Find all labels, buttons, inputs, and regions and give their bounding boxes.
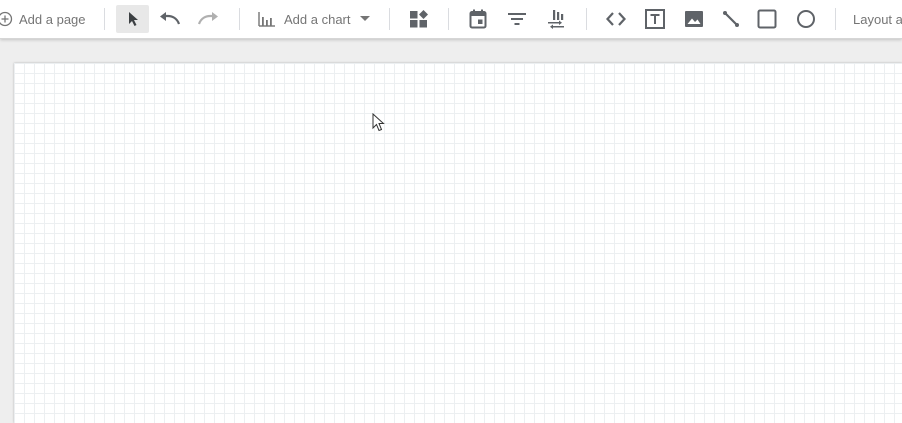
rectangle-icon bbox=[757, 9, 777, 29]
text-icon bbox=[645, 9, 665, 29]
circle-icon bbox=[796, 9, 816, 29]
filter-control-button[interactable] bbox=[504, 0, 530, 38]
mouse-cursor-icon bbox=[372, 112, 386, 133]
embed-button[interactable] bbox=[603, 0, 629, 38]
line-icon bbox=[722, 10, 740, 28]
redo-icon bbox=[197, 12, 219, 26]
date-range-icon bbox=[469, 9, 487, 29]
community-visualizations-button[interactable] bbox=[406, 0, 432, 38]
toolbar-separator bbox=[104, 8, 105, 30]
date-range-button[interactable] bbox=[465, 0, 491, 38]
community-visualizations-icon bbox=[409, 9, 429, 29]
canvas-area[interactable] bbox=[0, 39, 902, 423]
toolbar-separator bbox=[448, 8, 449, 30]
redo-button[interactable] bbox=[192, 0, 224, 38]
add-page-button[interactable]: Add a page bbox=[0, 0, 90, 38]
toolbar: Add a page Add a chart Layout a bbox=[0, 0, 902, 39]
toolbar-separator bbox=[389, 8, 390, 30]
select-button[interactable] bbox=[116, 0, 149, 38]
data-control-button[interactable] bbox=[543, 0, 569, 38]
toolbar-separator bbox=[239, 8, 240, 30]
line-button[interactable] bbox=[718, 0, 744, 38]
filter-control-icon bbox=[508, 12, 526, 26]
embed-code-icon bbox=[606, 12, 626, 26]
rectangle-button[interactable] bbox=[754, 0, 780, 38]
dropdown-arrow-icon bbox=[359, 16, 370, 22]
undo-icon bbox=[159, 12, 181, 26]
undo-button[interactable] bbox=[154, 0, 186, 38]
circle-button[interactable] bbox=[793, 0, 819, 38]
layout-button[interactable]: Layout a bbox=[853, 0, 902, 38]
bar-chart-icon bbox=[258, 11, 276, 27]
image-icon bbox=[684, 10, 704, 28]
layout-label: Layout a bbox=[853, 11, 902, 27]
add-chart-label: Add a chart bbox=[284, 11, 351, 27]
toolbar-separator bbox=[586, 8, 587, 30]
data-control-icon bbox=[547, 9, 565, 29]
add-circle-icon bbox=[0, 11, 13, 27]
toolbar-separator bbox=[835, 8, 836, 30]
text-button[interactable] bbox=[642, 0, 668, 38]
add-page-label: Add a page bbox=[19, 11, 86, 27]
report-page-canvas[interactable] bbox=[14, 63, 902, 423]
image-button[interactable] bbox=[681, 0, 707, 38]
select-pointer-icon bbox=[127, 11, 139, 27]
add-chart-button[interactable]: Add a chart bbox=[258, 0, 374, 38]
